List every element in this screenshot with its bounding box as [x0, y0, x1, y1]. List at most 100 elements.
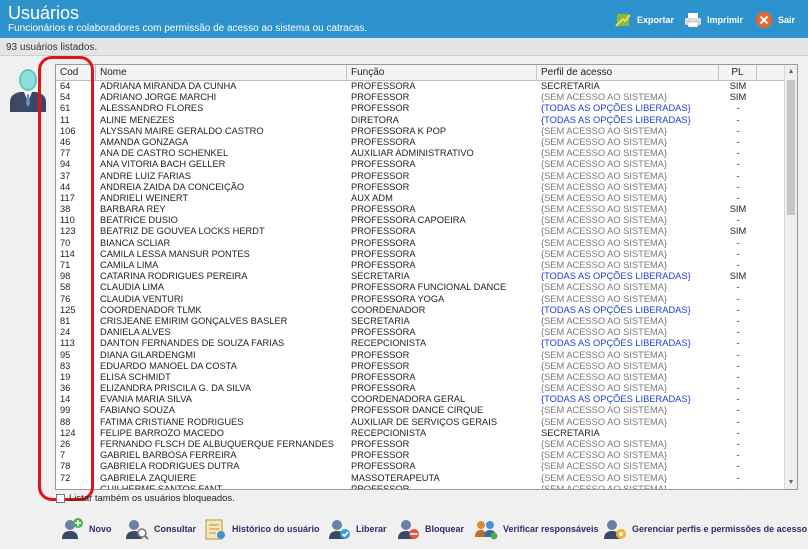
- users-table[interactable]: Cod Nome Função Perfil de acesso PL 64 AD…: [55, 64, 798, 490]
- table-row[interactable]: 125 COORDENADOR TLMK COORDENADOR {TODAS AS …: [56, 305, 785, 316]
- cell-funcao: PROFESSORA FUNCIONAL DANCE: [351, 282, 507, 293]
- user-count-text: 93 usuários listados.: [6, 42, 98, 53]
- table-row[interactable]: GUILHERME SANTOS FANT PROFESSOR {SEM ACESS…: [56, 484, 785, 489]
- cell-cod: [56, 484, 96, 489]
- table-row[interactable]: 123 BEATRIZ DE GOUVEA LOCKS HERDT PROFESSO…: [56, 226, 785, 237]
- cell-nome: DIANA GILARDENGMI: [100, 349, 196, 360]
- release-user-button[interactable]: Liberar: [327, 516, 387, 542]
- cell-nome: FABIANO SOUZA: [100, 405, 175, 416]
- manage-permissions-icon: [603, 517, 627, 541]
- cell-pl: -: [736, 304, 740, 315]
- cell-funcao: AUXILIAR DE SERVIÇOS GERAIS: [351, 416, 498, 427]
- cell-funcao: PROFESSOR: [351, 450, 410, 461]
- exit-button[interactable]: Sair: [755, 10, 795, 30]
- cell-cod: 38: [60, 204, 71, 215]
- manage-profiles-button[interactable]: Gerenciar perfis e permissões de acesso: [603, 516, 807, 542]
- table-row[interactable]: 77 ANA DE CASTRO SCHENKEL AUXILIAR ADMINIS…: [56, 148, 785, 159]
- table-row[interactable]: 71 CAMILA LIMA PROFESSORA {SEM ACESSO AO SI…: [56, 260, 785, 271]
- cell-cod: 64: [60, 81, 71, 91]
- cell-nome: ANDREIA ZAIDA DA CONCEIÇÃO: [100, 181, 245, 192]
- verify-responsibles-label: Verificar responsáveis: [503, 524, 599, 534]
- vertical-scrollbar[interactable]: ▲ ▼: [784, 65, 797, 489]
- table-row[interactable]: 72 GABRIELA ZAQUIERE MASSOTERAPEUTA {SEM AC…: [56, 473, 785, 484]
- block-user-button[interactable]: Bloquear: [396, 516, 464, 542]
- verify-responsibles-button[interactable]: Verificar responsáveis: [474, 516, 599, 542]
- show-blocked-users-option[interactable]: Listar também os usuários bloqueados.: [56, 493, 235, 504]
- new-user-label: Novo: [89, 524, 112, 534]
- table-row[interactable]: 46 AMANDA GONZAGA PROFESSORA {SEM ACESSO AO…: [56, 137, 785, 148]
- cell-funcao: PROFESSOR: [351, 360, 410, 371]
- consult-user-label: Consultar: [154, 524, 197, 534]
- scroll-down-icon[interactable]: ▼: [785, 476, 797, 489]
- cell-cod: 54: [60, 92, 71, 103]
- cell-pl: -: [736, 338, 740, 349]
- table-row[interactable]: 7 GABRIEL BARBOSA FERREIRA PROFESSOR {SEM A…: [56, 450, 785, 461]
- table-row[interactable]: 19 ELISA SCHMIDT PROFESSORA {SEM ACESSO AO …: [56, 372, 785, 383]
- cell-funcao: PROFESSORA: [351, 248, 416, 259]
- column-header-pl[interactable]: PL: [719, 65, 757, 81]
- table-row[interactable]: 36 ELIZANDRA PRISCILA G. DA SILVA PROFESSO…: [56, 383, 785, 394]
- cell-funcao: PROFESSORA: [351, 371, 416, 382]
- scroll-up-icon[interactable]: ▲: [785, 65, 797, 78]
- column-header-cod[interactable]: Cod: [56, 65, 96, 81]
- cell-pl: -: [736, 260, 740, 270]
- table-row[interactable]: 88 FATIMA CRISTIANE RODRIGUES AUXILIAR DE …: [56, 417, 785, 428]
- cell-cod: 124: [60, 427, 76, 438]
- footer-toolbar: Novo Consultar Histórico do usuário Libe…: [0, 510, 808, 549]
- consult-user-button[interactable]: Consultar: [125, 516, 196, 542]
- cell-perfil: {SEM ACESSO AO SISTEMA}: [541, 383, 668, 394]
- cell-perfil: {SEM ACESSO AO SISTEMA}: [541, 148, 668, 159]
- cell-pl: -: [736, 248, 740, 259]
- cell-funcao: PROFESSORA K POP: [351, 125, 447, 136]
- table-row[interactable]: 61 ALESSANDRO FLORES PROFESSOR {TODAS AS OP…: [56, 103, 785, 114]
- table-row[interactable]: 110 BEATRICE DUSIO PROFESSORA CAPOEIRA {SEM…: [56, 215, 785, 226]
- table-row[interactable]: 44 ANDREIA ZAIDA DA CONCEIÇÃO PROFESSOR {SE…: [56, 182, 785, 193]
- table-row[interactable]: 94 ANA VITORIA BACH GELLER PROFESSORA {SEM …: [56, 159, 785, 170]
- column-header-nome[interactable]: Nome: [96, 65, 347, 81]
- user-history-button[interactable]: Histórico do usuário: [203, 516, 320, 542]
- cell-pl: -: [736, 315, 740, 326]
- table-row[interactable]: 26 FERNANDO FLSCH DE ALBUQUERQUE FERNANDE…: [56, 439, 785, 450]
- cell-perfil: {SEM ACESSO AO SISTEMA}: [541, 349, 668, 360]
- column-header-funcao[interactable]: Função: [347, 65, 537, 81]
- print-label: Imprimir: [707, 15, 744, 25]
- cell-nome: FATIMA CRISTIANE RODRIGUES: [100, 416, 244, 427]
- print-button[interactable]: Imprimir: [684, 10, 743, 30]
- window-header: Usuários Funcionários e colaboradores co…: [0, 0, 808, 38]
- table-row[interactable]: 113 DANTON FERNANDES DE SOUZA FARIAS RECEP…: [56, 338, 785, 349]
- table-row[interactable]: 98 CATARINA RODRIGUES PEREIRA SECRETARIA {T…: [56, 271, 785, 282]
- table-row[interactable]: 14 EVANIA MARIA SILVA COORDENADORA GERAL {T…: [56, 394, 785, 405]
- table-row[interactable]: 54 ADRIANO JORGE MARCHI PROFESSOR {SEM ACES…: [56, 92, 785, 103]
- table-row[interactable]: 38 BARBARA REY PROFESSORA {SEM ACESSO AO SI…: [56, 204, 785, 215]
- table-row[interactable]: 124 FELIPE BARROZO MACEDO RECEPCIONISTA SEC…: [56, 428, 785, 439]
- table-row[interactable]: 58 CLAUDIA LIMA PROFESSORA FUNCIONAL DANCE…: [56, 282, 785, 293]
- cell-funcao: DIRETORA: [351, 114, 399, 125]
- table-row[interactable]: 24 DANIELA ALVES PROFESSORA {SEM ACESSO AO …: [56, 327, 785, 338]
- cell-funcao: PROFESSORA: [351, 159, 416, 170]
- table-row[interactable]: 99 FABIANO SOUZA PROFESSOR DANCE CIRQUE {SE…: [56, 405, 785, 416]
- table-row[interactable]: 81 CRISJEANE EMIRIM GONÇALVES BASLER SECRE…: [56, 316, 785, 327]
- export-button[interactable]: Exportar: [614, 10, 674, 30]
- table-row[interactable]: 95 DIANA GILARDENGMI PROFESSOR {SEM ACESSO …: [56, 350, 785, 361]
- table-row[interactable]: 37 ANDRE LUIZ FARIAS PROFESSOR {SEM ACESSO …: [56, 171, 785, 182]
- table-row[interactable]: 114 CAMILA LESSA MANSUR PONTES PROFESSORA {…: [56, 249, 785, 260]
- cell-cod: 83: [60, 360, 71, 371]
- table-row[interactable]: 106 ALYSSAN MAIRE GERALDO CASTRO PROFESSOR…: [56, 126, 785, 137]
- scrollbar-thumb[interactable]: [787, 80, 795, 215]
- cell-cod: 44: [60, 181, 71, 192]
- table-row[interactable]: 76 CLAUDIA VENTURI PROFESSORA YOGA {SEM ACE…: [56, 294, 785, 305]
- cell-pl: -: [736, 215, 740, 226]
- table-row[interactable]: 117 ANDRIELI WEINERT AUX ADM {SEM ACESSO AO…: [56, 193, 785, 204]
- table-row[interactable]: 83 EDUARDO MANOEL DA COSTA PROFESSOR {SEM A…: [56, 361, 785, 372]
- add-user-icon: [60, 517, 84, 541]
- cell-cod: 113: [60, 338, 75, 349]
- responsibles-group-icon: [474, 517, 498, 541]
- table-row[interactable]: 70 BIANCA SCLIAR PROFESSORA {SEM ACESSO AO …: [56, 238, 785, 249]
- export-icon: [614, 11, 632, 29]
- table-row[interactable]: 64 ADRIANA MIRANDA DA CUNHA PROFESSORA SECR…: [56, 81, 785, 92]
- show-blocked-checkbox[interactable]: [56, 494, 65, 503]
- new-user-button[interactable]: Novo: [60, 516, 112, 542]
- table-row[interactable]: 11 ALINE MENEZES DIRETORA {TODAS AS OPÇÕES …: [56, 115, 785, 126]
- column-header-perfil[interactable]: Perfil de acesso: [537, 65, 719, 81]
- table-row[interactable]: 78 GABRIELA RODRIGUES DUTRA PROFESSORA {SEM…: [56, 461, 785, 472]
